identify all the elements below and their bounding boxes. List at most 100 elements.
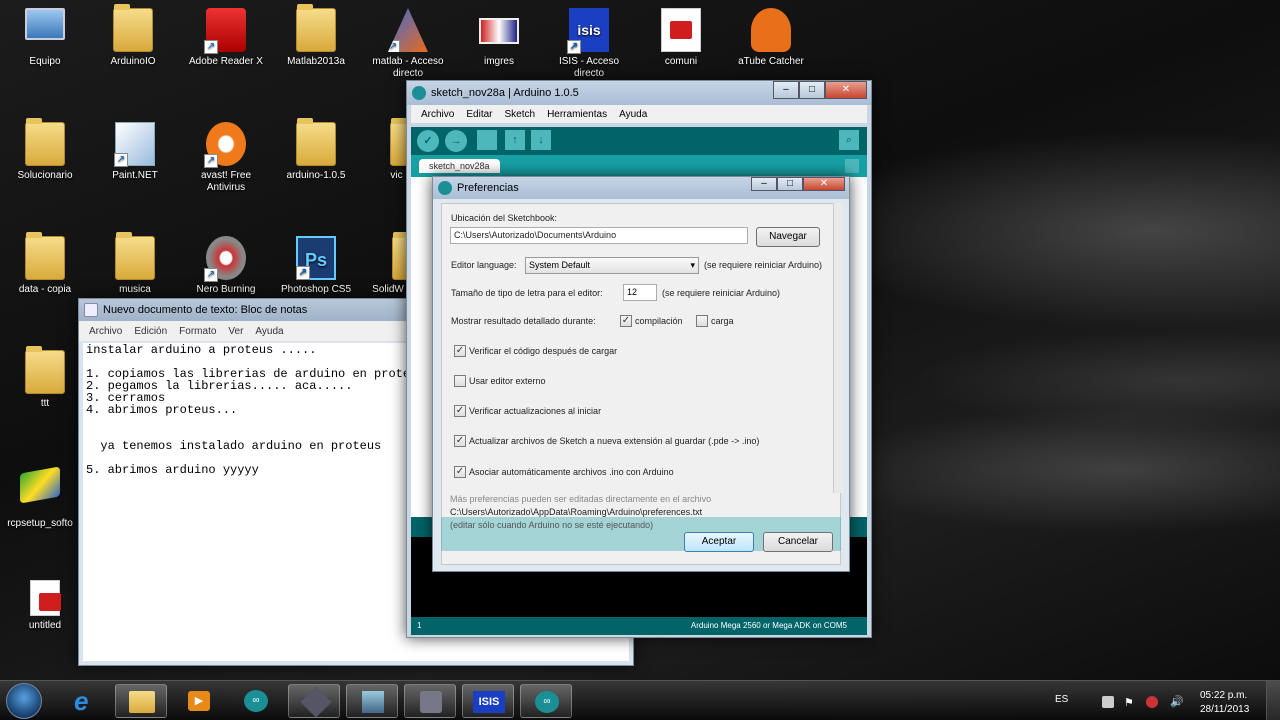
isis-icon: ISIS (473, 691, 505, 713)
arduino-menu-archivo[interactable]: Archivo (415, 109, 460, 120)
desktop-icon-ttt[interactable]: ttt (2, 346, 88, 410)
compile-checkbox[interactable]: ✓ (620, 315, 632, 327)
desktop-icon-label: data - copia (18, 284, 72, 295)
upload-checkbox[interactable] (696, 315, 708, 327)
desktop-icon-equipo[interactable]: Equipo (2, 8, 88, 68)
language-indicator[interactable]: ES (1055, 694, 1068, 705)
verify-icon[interactable]: ✓ (417, 130, 439, 152)
arduino-menu-herramientas[interactable]: Herramientas (541, 109, 613, 120)
taskbar-explorer[interactable] (115, 684, 167, 718)
notepad-menu-ayuda[interactable]: Ayuda (249, 326, 289, 337)
atube-catcher-icon (751, 8, 791, 52)
start-button[interactable] (6, 683, 42, 719)
accept-button[interactable]: Aceptar (684, 532, 754, 552)
app-icon (362, 691, 384, 713)
desktop-icon-label: ttt (40, 398, 50, 409)
desktop-icon-solidw[interactable]: SolidW (356, 232, 410, 296)
desktop-icon-adobe-reader[interactable]: Adobe Reader X (183, 8, 269, 68)
show-desktop-button[interactable] (1266, 681, 1280, 720)
save-icon[interactable]: ↓ (531, 130, 551, 150)
sketchbook-path-field[interactable]: C:\Users\Autorizado\Documents\Arduino (450, 227, 748, 244)
desktop-icon-arduino105[interactable]: arduino-1.0.5 (273, 118, 359, 182)
close-button[interactable]: ✕ (825, 81, 867, 99)
external-editor-label: Usar editor externo (469, 376, 546, 386)
desktop-icon-paintnet[interactable]: Paint.NET (92, 122, 178, 182)
serial-monitor-icon[interactable]: ⌕ (839, 130, 859, 150)
arduino-menu-sketch[interactable]: Sketch (498, 109, 541, 120)
desktop-icon-solucionario[interactable]: Solucionario (2, 118, 88, 182)
editor-language-select[interactable]: System Default ▾ (525, 257, 699, 274)
folder-icon (296, 4, 336, 52)
desktop-icon-label: ArduinoIO (110, 56, 156, 67)
network-icon[interactable] (1146, 696, 1158, 708)
arduino-menu-editar[interactable]: Editar (460, 109, 498, 120)
tab-menu-icon[interactable] (845, 159, 859, 173)
notepad-text-area[interactable]: instalar arduino a proteus ..... 1. copi… (84, 344, 406, 640)
taskbar-ie[interactable]: e (60, 684, 112, 718)
taskbar-app-3[interactable] (346, 684, 398, 718)
new-icon[interactable] (477, 130, 497, 150)
desktop-icon-imgres[interactable]: imgres (456, 8, 542, 68)
clock-time[interactable]: 05:22 p.m. (1200, 690, 1247, 701)
desktop-icon-data-copia[interactable]: data - copia (2, 232, 88, 296)
photoshop-icon: Ps (296, 236, 336, 280)
notepad-menu-archivo[interactable]: Archivo (83, 326, 128, 337)
arduino-menu-ayuda[interactable]: Ayuda (613, 109, 653, 120)
cancel-button[interactable]: Cancelar (763, 532, 833, 552)
clock-date[interactable]: 28/11/2013 (1200, 704, 1249, 715)
desktop-icon-label: comuni (664, 56, 698, 67)
arduino-titlebar[interactable]: sketch_nov28a | Arduino 1.0.5 – □ ✕ (407, 81, 871, 105)
maximize-button[interactable]: □ (799, 81, 825, 99)
taskbar-arduino-active[interactable]: ∞ (520, 684, 572, 718)
desktop-icon-rcpsetup[interactable]: rcpsetup_softo (0, 466, 80, 530)
open-icon[interactable]: ↑ (505, 130, 525, 150)
update-extension-checkbox[interactable]: ✓ (454, 435, 466, 447)
editor-language-label: Editor language: (451, 260, 517, 270)
desktop-icon-avast[interactable]: avast! Free Antivirus (183, 122, 269, 194)
desktop-icon-vic[interactable]: vic (355, 118, 410, 182)
associate-ino-checkbox[interactable]: ✓ (454, 466, 466, 478)
update-extension-label: Actualizar archivos de Sketch a nueva ex… (469, 436, 760, 446)
desktop-icon-isis[interactable]: isisISIS - Acceso directo (546, 8, 632, 80)
status-line-number: 1 (417, 621, 422, 630)
maximize-button[interactable]: □ (777, 177, 803, 191)
notepad-menu-formato[interactable]: Formato (173, 326, 222, 337)
font-size-field[interactable]: 12 (623, 284, 657, 301)
media-player-icon: ▶ (188, 691, 210, 711)
close-button[interactable]: ✕ (803, 177, 845, 191)
notepad-menu-ver[interactable]: Ver (222, 326, 249, 337)
volume-icon[interactable]: 🔊 (1170, 695, 1184, 708)
image-icon (479, 18, 519, 44)
desktop-icon-matlab-acceso[interactable]: matlab - Acceso directo (365, 8, 451, 80)
arduino-menubar: Archivo Editar Sketch Herramientas Ayuda (411, 105, 867, 123)
desktop-icon-matlab2013a[interactable]: Matlab2013a (273, 4, 359, 68)
desktop-icon-arduinoio[interactable]: ArduinoIO (90, 4, 176, 68)
taskbar-app-4[interactable] (404, 684, 456, 718)
desktop-icon-label: musica (119, 284, 151, 295)
taskbar-isis[interactable]: ISIS (462, 684, 514, 718)
flag-icon[interactable]: ⚑ (1124, 696, 1134, 709)
desktop-icon-atube[interactable]: aTube Catcher (728, 8, 814, 68)
minimize-button[interactable]: – (751, 177, 777, 191)
verify-after-upload-checkbox[interactable]: ✓ (454, 345, 466, 357)
arduino-window-controls: – □ ✕ (773, 81, 867, 99)
taskbar-app-2[interactable] (288, 684, 340, 718)
sketch-tab[interactable]: sketch_nov28a (419, 159, 500, 173)
desktop-icon-comuni[interactable]: comuni (638, 8, 724, 68)
taskbar-media-player[interactable]: ▶ (172, 684, 224, 718)
preferences-titlebar[interactable]: Preferencias – □ ✕ (433, 177, 849, 199)
desktop-icon-musica[interactable]: musica (92, 232, 178, 296)
notepad-menu-edicion[interactable]: Edición (128, 326, 173, 337)
minimize-button[interactable]: – (773, 81, 799, 99)
preferences-scrollbar[interactable] (833, 203, 843, 493)
external-editor-checkbox[interactable] (454, 375, 466, 387)
desktop-icon-photoshop[interactable]: Ps Photoshop CS5 (273, 236, 359, 296)
tray-icon-1[interactable] (1102, 696, 1114, 708)
browse-button[interactable]: Navegar (756, 227, 820, 247)
desktop-icon-nero[interactable]: Nero Burning (183, 236, 269, 296)
check-updates-checkbox[interactable]: ✓ (454, 405, 466, 417)
sketchbook-label: Ubicación del Sketchbook: (451, 213, 558, 223)
taskbar-arduino[interactable]: ∞ (230, 684, 282, 718)
upload-icon[interactable]: → (445, 130, 467, 152)
desktop-icon-untitled[interactable]: untitled (2, 580, 88, 632)
